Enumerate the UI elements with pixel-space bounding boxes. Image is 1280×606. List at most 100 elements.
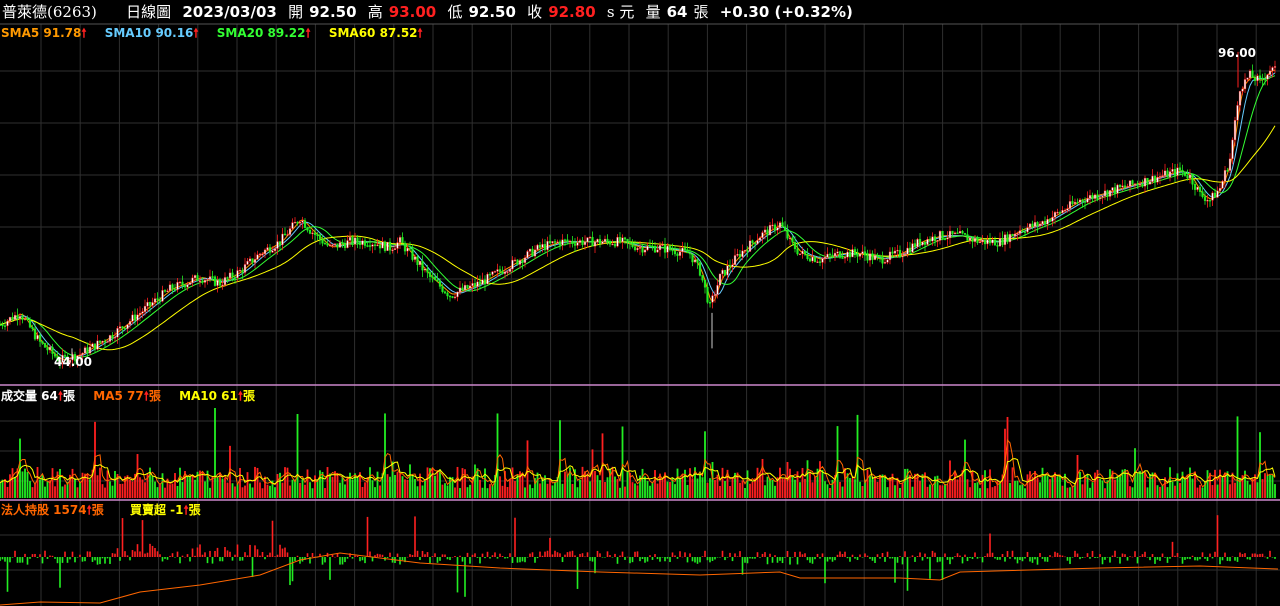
candle-body — [3, 325, 7, 327]
candle-body — [491, 271, 494, 275]
inst-bar — [16, 557, 19, 563]
inst-bar — [556, 552, 559, 557]
candle-body — [1191, 174, 1194, 185]
inst-bar — [61, 557, 64, 563]
inst-bar — [1016, 557, 1019, 564]
inst-bar — [116, 548, 119, 557]
candle-body — [698, 262, 702, 276]
inst-bar — [1064, 556, 1066, 558]
volume-bar — [821, 470, 824, 498]
inst-bar — [191, 548, 194, 557]
candle-body — [111, 335, 114, 339]
volume-bar — [854, 479, 856, 498]
candle-body — [1078, 199, 1082, 203]
inst-bar — [19, 557, 21, 563]
candle-body — [438, 280, 442, 287]
inst-bar — [374, 555, 376, 557]
candle-body — [1163, 170, 1167, 176]
volume-bar — [21, 471, 24, 498]
inst-bar — [461, 557, 464, 562]
inst-bar — [396, 553, 399, 557]
volume-bar — [449, 476, 451, 498]
candle-body — [163, 290, 167, 292]
inst-bar — [679, 551, 681, 557]
volume-bar — [709, 478, 711, 498]
inst-bar — [451, 556, 454, 558]
candle-body — [243, 264, 247, 273]
volume-bar — [1044, 474, 1046, 498]
candle-body — [1043, 221, 1047, 225]
volume-bar — [1161, 484, 1164, 498]
volume-bar — [701, 477, 704, 498]
inst-bar — [351, 557, 354, 559]
volume-bar — [139, 477, 141, 498]
inst-bar — [641, 557, 644, 559]
volume-bar — [344, 484, 346, 498]
inst-bar — [49, 555, 51, 557]
inst-bar — [474, 553, 476, 557]
candle-body — [378, 244, 382, 249]
volume-bar — [589, 481, 591, 498]
volume-bar — [631, 482, 634, 498]
candle-body — [718, 273, 722, 286]
volume-bar — [1199, 485, 1201, 498]
candle-body — [771, 224, 774, 227]
candle-body — [776, 227, 779, 231]
inst-bar — [1191, 555, 1194, 557]
volume-bar — [201, 471, 204, 498]
inst-bar — [801, 554, 804, 557]
inst-bar — [626, 556, 629, 558]
candle-body — [308, 230, 312, 234]
volume-bar — [1011, 467, 1014, 498]
volume-bar — [1219, 469, 1221, 498]
candle-body — [108, 335, 112, 342]
volume-bar — [1271, 473, 1274, 498]
volume-bar — [266, 484, 269, 498]
inst-bar — [554, 550, 556, 557]
volume-bar — [296, 414, 299, 498]
candle-body — [806, 253, 809, 259]
candle-body — [896, 249, 899, 252]
volume-bar — [476, 468, 479, 498]
volume-bar — [326, 467, 329, 498]
inst-bar — [1141, 554, 1144, 557]
candle-body — [1251, 70, 1254, 78]
inst-bar — [484, 557, 486, 559]
inst-bar — [931, 550, 934, 557]
sma10-line — [0, 72, 1276, 360]
volume-bar — [756, 467, 759, 498]
inst-bar — [269, 552, 271, 557]
inst-bar — [76, 557, 79, 558]
volume-bar — [626, 471, 629, 498]
candle-body — [396, 242, 399, 249]
candle-body — [778, 222, 782, 228]
candle-body — [408, 247, 412, 250]
inst-bar — [764, 552, 766, 557]
candle-body — [333, 243, 337, 245]
candle-body — [563, 239, 567, 241]
inst-bar — [231, 557, 234, 561]
candle-body — [726, 265, 729, 276]
inst-bar — [1136, 557, 1139, 564]
candle-body — [1098, 197, 1102, 200]
volume-bar — [1176, 473, 1179, 498]
inst-bar — [921, 557, 924, 561]
inst-bar — [84, 557, 86, 562]
inst-bar — [984, 556, 986, 557]
volume-bar — [721, 467, 724, 498]
candle-body — [998, 238, 1002, 247]
candle-body — [1253, 77, 1257, 81]
candle-body — [1093, 194, 1097, 199]
volume-bar — [969, 487, 971, 498]
candle-body — [526, 251, 529, 259]
candle-body — [181, 281, 184, 286]
volume-bar — [1056, 476, 1059, 498]
volume-bar — [859, 481, 861, 498]
volume-bar — [469, 484, 471, 498]
volume-bar — [1081, 484, 1084, 498]
volume-legend-ma5: MA5 77🠕張 — [93, 389, 161, 403]
volume-bar — [331, 476, 334, 498]
inst-bar — [1056, 552, 1059, 557]
inst-bar — [389, 552, 391, 557]
candle-body — [1153, 175, 1157, 183]
